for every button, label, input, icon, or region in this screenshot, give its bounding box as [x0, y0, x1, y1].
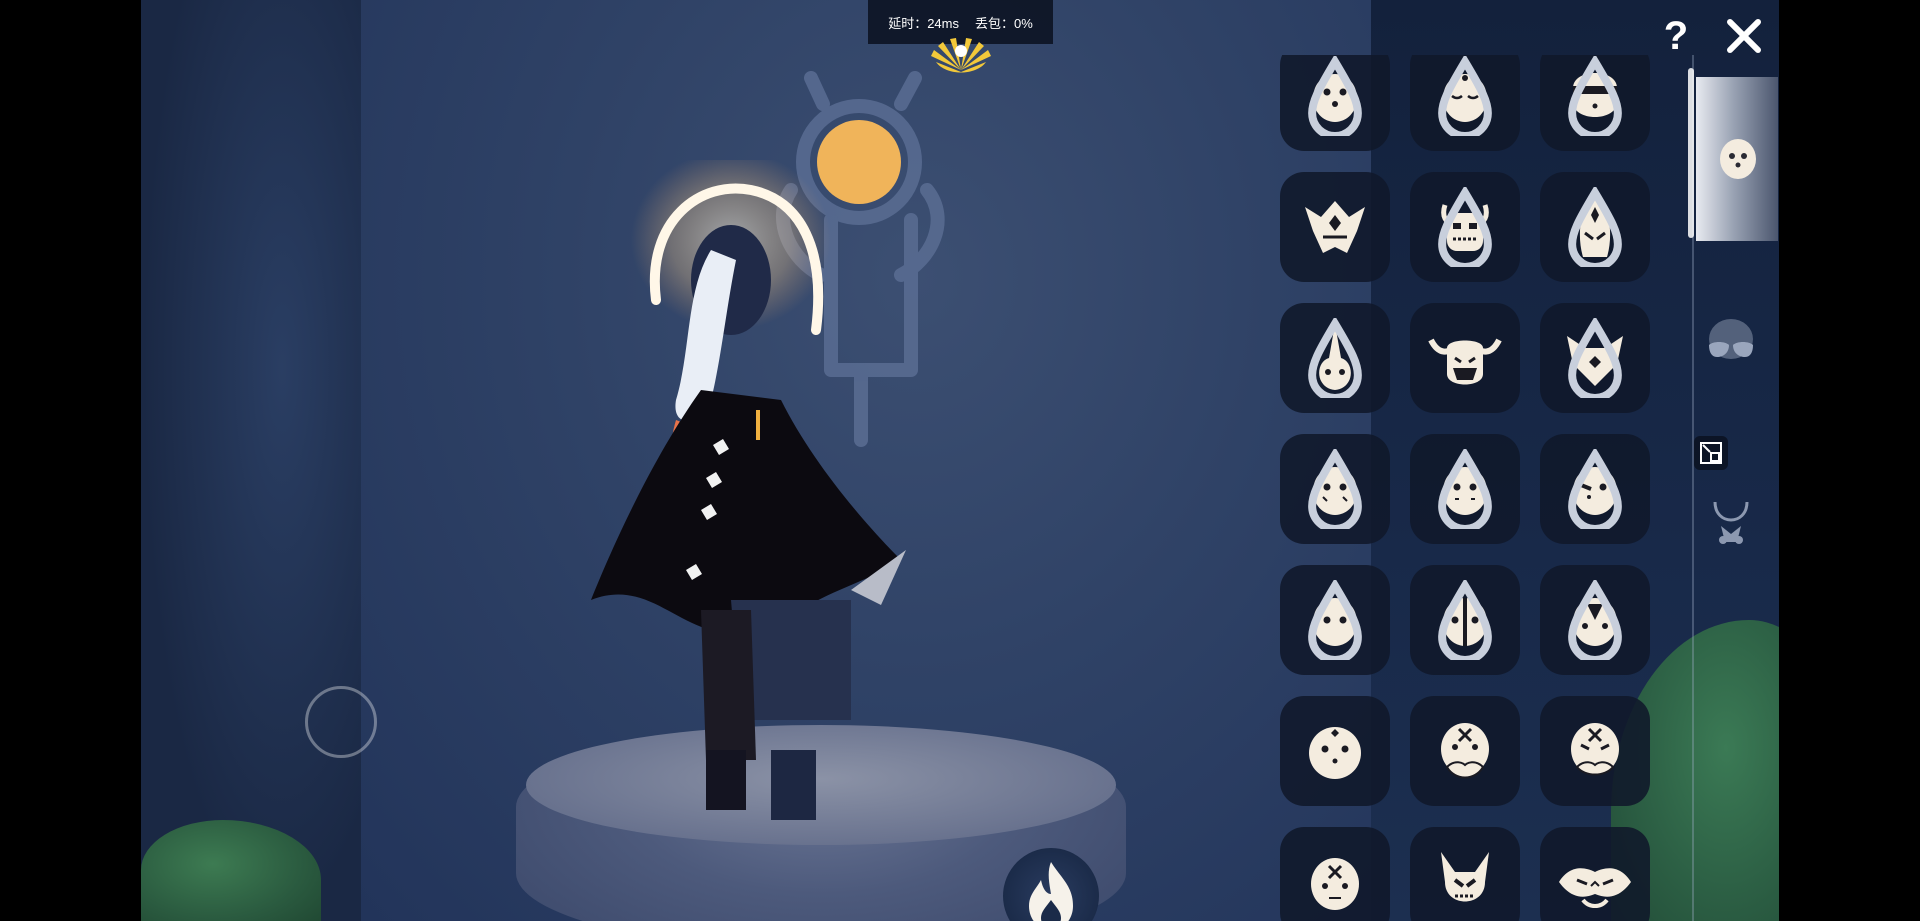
outfit-item[interactable]: [1280, 303, 1390, 413]
candle-drop-icon: [1568, 449, 1622, 529]
mask-cross-mark-icon: [1311, 858, 1359, 910]
outfit-item[interactable]: [1280, 696, 1390, 806]
winged-light-fan-icon: [931, 38, 991, 73]
candle-drop-icon: [1438, 56, 1492, 136]
candle-drop-icon: [1438, 187, 1492, 267]
mask-wide-tribal-icon: [1559, 868, 1631, 908]
latency-text: 延时：24ms: [888, 15, 959, 31]
outfit-item[interactable]: [1280, 55, 1390, 151]
outfit-item[interactable]: [1410, 696, 1520, 806]
help-button[interactable]: ?: [1652, 12, 1700, 60]
outfit-item[interactable]: [1540, 827, 1650, 921]
scrollbar-thumb[interactable]: [1688, 68, 1694, 238]
flame-icon: [1029, 862, 1073, 921]
outfit-item[interactable]: [1540, 696, 1650, 806]
mask-ox-fanged-icon: [1428, 338, 1502, 385]
outfit-item[interactable]: [1410, 55, 1520, 151]
outfit-item[interactable]: [1280, 827, 1390, 921]
mask-bat-eared-icon: [1441, 852, 1489, 902]
expand-icon: [1700, 442, 1722, 464]
outfit-grid: [1239, 55, 1693, 921]
candle-drop-icon: [1568, 580, 1622, 660]
outfit-item[interactable]: [1410, 827, 1520, 921]
candle-drop-icon: [1308, 449, 1362, 529]
outfit-item[interactable]: [1410, 434, 1520, 544]
outfit-item[interactable]: [1540, 565, 1650, 675]
candle-drop-icon: [1308, 56, 1362, 136]
screen-toggle-button[interactable]: [1694, 436, 1728, 470]
mask-diamond-dots-icon: [1309, 727, 1361, 779]
close-icon: [1727, 19, 1761, 53]
candle-drop-icon: [1438, 580, 1492, 660]
necklace-icon[interactable]: [1703, 496, 1759, 552]
outfit-item[interactable]: [1280, 434, 1390, 544]
movement-joystick[interactable]: [305, 686, 377, 758]
outfit-item[interactable]: [1410, 565, 1520, 675]
player-character[interactable]: [551, 160, 971, 840]
mask-mustache-x-icon: [1441, 723, 1489, 779]
outfit-item[interactable]: [1280, 565, 1390, 675]
sunglasses-icon[interactable]: [1703, 315, 1759, 371]
outfit-item[interactable]: [1540, 303, 1650, 413]
outfit-panel[interactable]: [1239, 55, 1693, 921]
outfit-item[interactable]: [1280, 172, 1390, 282]
mask-mustache-x-2-icon: [1571, 723, 1619, 776]
outfit-item[interactable]: [1410, 172, 1520, 282]
candle-drop-icon: [1438, 449, 1492, 529]
outfit-item[interactable]: [1540, 55, 1650, 151]
left-wall: [141, 0, 376, 921]
flame-button[interactable]: [1003, 848, 1099, 921]
outfit-item[interactable]: [1410, 303, 1520, 413]
tab-mask[interactable]: [1696, 77, 1778, 241]
close-button[interactable]: [1718, 12, 1770, 60]
packet-loss-text: 丢包：0%: [975, 15, 1033, 31]
outfit-item[interactable]: [1540, 434, 1650, 544]
candle-drop-icon: [1308, 318, 1362, 398]
candle-drop-icon: [1308, 580, 1362, 660]
mask-crowned-spiked-icon: [1305, 201, 1365, 253]
candle-drop-icon: [1568, 56, 1622, 136]
candle-drop-icon: [1568, 318, 1622, 398]
mask-tab-icon: [1720, 139, 1756, 179]
outfit-item[interactable]: [1540, 172, 1650, 282]
candle-drop-icon: [1568, 187, 1622, 267]
